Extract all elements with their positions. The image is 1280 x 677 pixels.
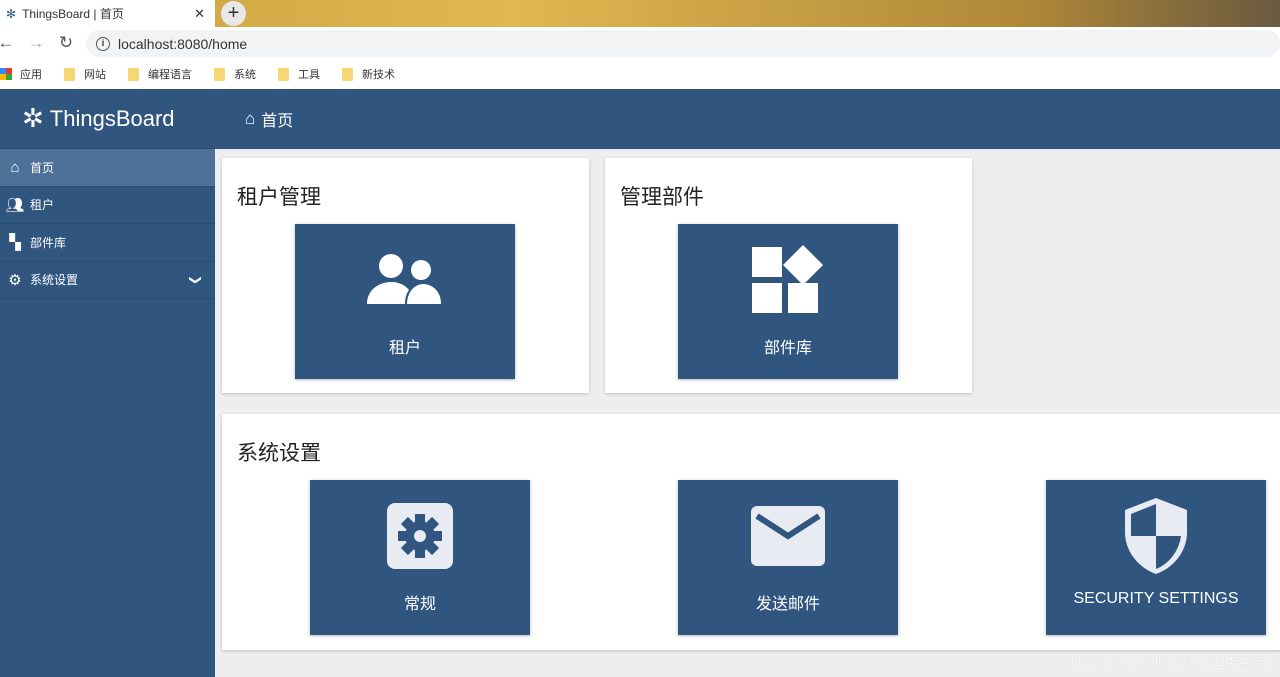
bookmark-folder[interactable]: 工具 [278,66,320,82]
tile-label: 租户 [388,340,421,357]
url-input[interactable]: i localhost:8080/home [86,30,1280,57]
bookmarks-bar: 应用 网站 编程语言 系统 工具 新技术 [0,59,1280,89]
gear-icon [310,498,530,573]
people-icon [295,242,515,317]
tile-label: 发送邮件 [755,596,820,613]
chevron-down-icon[interactable]: ❯ [189,275,203,285]
sidebar-item-label: 租户 [30,198,55,213]
tile-label: SECURITY SETTINGS [1073,590,1239,607]
bookmark-folder[interactable]: 编程语言 [128,66,192,82]
sidebar-item-tenants[interactable]: 👥︎ 租户 [0,187,215,224]
info-icon[interactable]: i [96,36,110,51]
folder-icon [278,67,289,81]
new-tab-button[interactable]: + [221,1,246,26]
favicon-icon: ✻ [6,6,17,21]
security-settings-tile[interactable]: SECURITY SETTINGS [1046,480,1266,635]
page-title: 首页 [261,113,294,130]
brand-name: ThingsBoard [49,105,175,131]
browser-tab[interactable]: ✻ ThingsBoard | 首页 ✕ [0,0,215,27]
thingsboard-logo-icon: ✲ [22,103,44,133]
bookmark-label: 应用 [20,69,42,81]
sidebar-item-label: 部件库 [30,235,67,250]
bookmark-folder[interactable]: 新技术 [342,66,395,82]
folder-icon [342,67,353,81]
widgets-icon: ▚ [9,234,21,252]
sidebar-item-home[interactable]: ⌂ 首页 [0,149,215,187]
forward-icon[interactable]: → [24,33,48,53]
tile-label: 部件库 [763,340,812,357]
folder-icon [128,67,139,81]
tenant-management-card: 租户管理 租户 [222,158,589,393]
home-icon: ⌂ [245,109,256,128]
thingsboard-app: ✲ ThingsBoard ⌂ 首页 👥︎ 租户 ▚ 部件库 ⚙ 系统设置 ❯ ⌂ 首页 租户… [0,89,1280,677]
sidebar-item-label: 首页 [30,160,55,175]
folder-icon [214,67,225,81]
tile-label: 常规 [403,596,436,613]
watermark: https://blog.csdn.net/qq_21454973 [1070,654,1271,669]
gear-icon: ⚙ [8,271,22,289]
bookmark-label: 网站 [84,69,106,81]
widgets-library-tile[interactable]: 部件库 [678,224,898,379]
bookmark-label: 新技术 [362,69,395,81]
card-title: 租户管理 [237,186,321,209]
url-text: localhost:8080/home [118,35,248,52]
sidebar-item-label: 系统设置 [30,273,79,288]
bookmark-label: 编程语言 [148,69,192,81]
browser-tab-strip: ✻ ThingsBoard | 首页 ✕ + [0,0,1280,27]
card-title: 系统设置 [237,442,321,465]
sidebar: ✲ ThingsBoard ⌂ 首页 👥︎ 租户 ▚ 部件库 ⚙ 系统设置 ❯ [0,89,215,677]
bookmark-label: 工具 [298,69,320,81]
sidebar-item-system-settings[interactable]: ⚙ 系统设置 ❯ [0,262,215,299]
widgets-management-card: 管理部件 部件库 [605,158,972,393]
bookmark-folder[interactable]: 网站 [64,66,106,82]
sidebar-item-widgets[interactable]: ▚ 部件库 [0,224,215,262]
send-mail-tile[interactable]: 发送邮件 [678,480,898,635]
back-icon[interactable]: ← [0,33,18,53]
bookmark-folder[interactable]: 系统 [214,66,256,82]
shield-icon [1046,497,1266,574]
top-toolbar: ⌂ 首页 [215,89,1280,149]
tenants-tile[interactable]: 租户 [295,224,515,379]
brand-logo[interactable]: ✲ ThingsBoard [0,89,215,149]
mail-icon [678,498,898,573]
widgets-icon [678,242,898,317]
tab-title: ThingsBoard | 首页 [22,7,124,21]
people-icon: 👥︎ [5,196,25,214]
bookmark-label: 系统 [234,69,256,81]
folder-icon [64,67,75,81]
card-title: 管理部件 [620,186,704,209]
home-icon: ⌂ [10,158,20,176]
general-settings-tile[interactable]: 常规 [310,480,530,635]
apps-icon [0,68,12,80]
bookmark-apps[interactable]: 应用 [0,66,42,82]
close-tab-icon[interactable]: ✕ [194,6,205,22]
address-bar-row: ← → ↻ i localhost:8080/home [0,27,1280,59]
system-settings-card: 系统设置 常规 发送邮件 SECURITY SETTINGS [222,414,1280,650]
reload-icon[interactable]: ↻ [54,33,78,53]
